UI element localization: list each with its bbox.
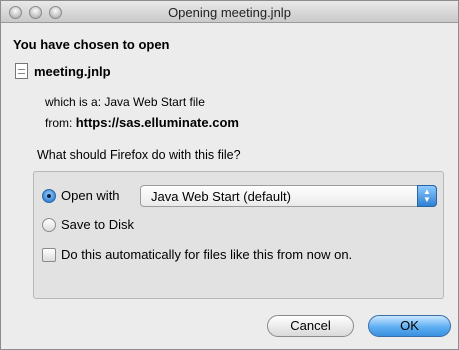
select-arrows-icon: ▲ ▼ [417,185,437,207]
auto-action-label: Do this automatically for files like thi… [61,247,353,262]
open-with-label: Open with [61,188,120,203]
file-source-label: from: [45,116,73,130]
application-select[interactable]: Java Web Start (default) ▲ ▼ [140,185,437,207]
title-bar[interactable]: Opening meeting.jnlp [1,1,458,23]
save-to-disk-option[interactable]: Save to Disk [42,217,134,232]
auto-action-option[interactable]: Do this automatically for files like thi… [42,247,352,262]
file-type-value: Java Web Start file [104,95,205,109]
open-with-radio[interactable] [42,188,56,203]
action-question: What should Firefox do with this file? [37,148,241,162]
file-source-value: https://sas.elluminate.com [75,115,239,130]
dialog-heading: You have chosen to open [13,37,170,52]
ok-button[interactable]: OK [368,315,451,337]
document-icon [15,63,28,79]
file-type-label: which is a: [45,95,102,109]
file-row: meeting.jnlp [15,63,111,79]
application-select-value: Java Web Start (default) [151,189,291,204]
open-with-option[interactable]: Open with [42,188,120,203]
file-type-line: which is a: Java Web Start file [45,95,205,109]
cancel-button[interactable]: Cancel [267,315,354,337]
auto-action-checkbox[interactable] [42,247,56,262]
dialog-window: Opening meeting.jnlp You have chosen to … [0,0,459,350]
save-to-disk-radio[interactable] [42,217,56,232]
window-title: Opening meeting.jnlp [168,5,291,20]
action-options-group: Open with Java Web Start (default) ▲ ▼ Sa… [33,171,444,299]
file-source-line: from: https://sas.elluminate.com [45,115,239,130]
file-name: meeting.jnlp [34,63,111,79]
save-to-disk-label: Save to Disk [61,217,134,232]
